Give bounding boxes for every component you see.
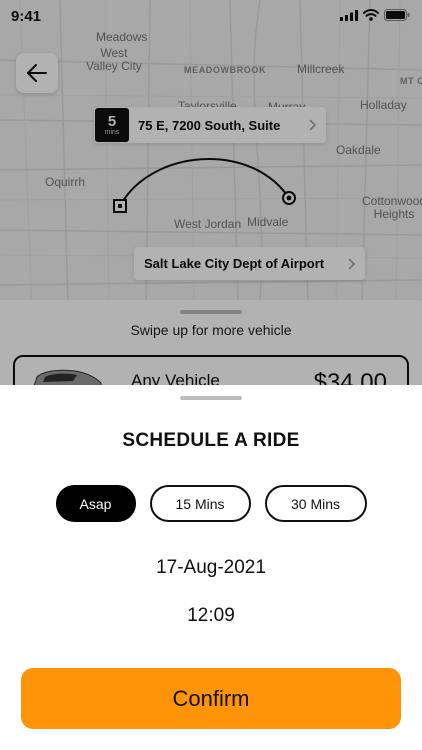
confirm-button[interactable]: Confirm bbox=[21, 668, 401, 729]
ride-date[interactable]: 17-Aug-2021 bbox=[0, 557, 422, 579]
screen: Meadows West Valley City MEADOWBROOK Mil… bbox=[0, 0, 422, 750]
option-asap[interactable]: Asap bbox=[55, 485, 136, 522]
schedule-sheet: SCHEDULE A RIDE Asap 15 Mins 30 Mins 17-… bbox=[0, 385, 422, 750]
sheet-title: SCHEDULE A RIDE bbox=[122, 430, 300, 451]
modal-backdrop[interactable] bbox=[0, 0, 422, 385]
ride-time[interactable]: 12:09 bbox=[0, 605, 422, 627]
option-30-mins[interactable]: 30 Mins bbox=[264, 485, 367, 522]
sheet-drag-handle[interactable] bbox=[180, 396, 242, 400]
option-15-mins[interactable]: 15 Mins bbox=[149, 485, 251, 522]
time-options: Asap 15 Mins 30 Mins bbox=[0, 485, 422, 522]
